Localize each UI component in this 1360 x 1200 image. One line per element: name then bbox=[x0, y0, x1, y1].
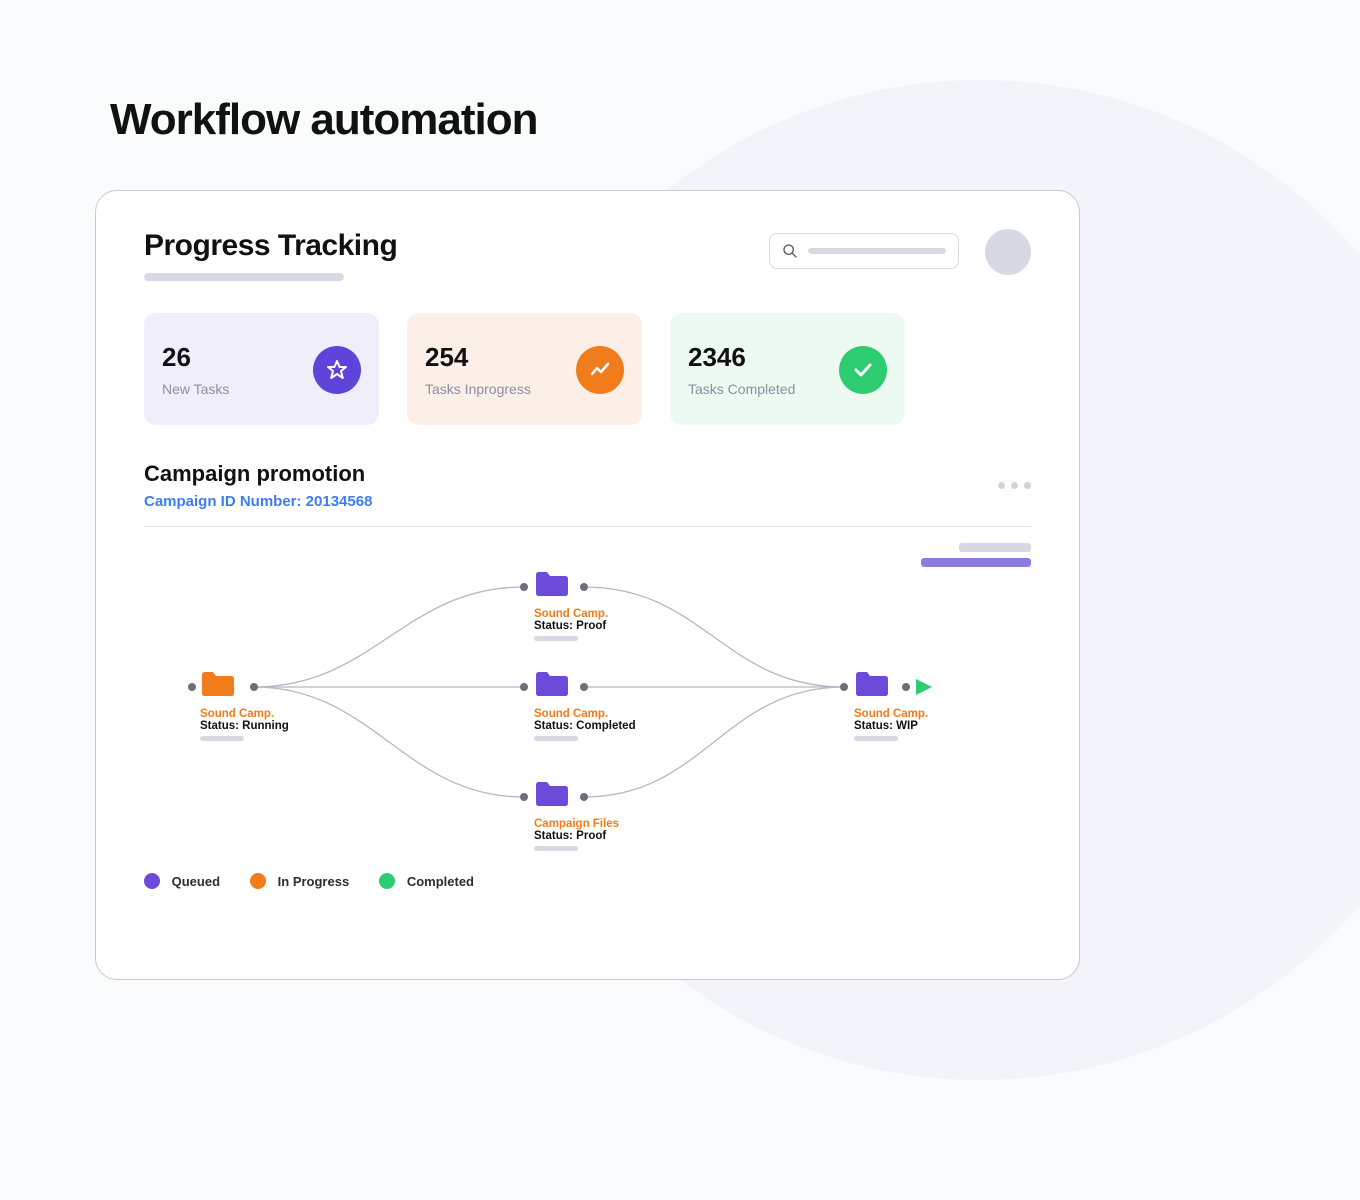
legend-dot-icon bbox=[250, 873, 266, 889]
folder-icon bbox=[200, 669, 236, 699]
node-bar bbox=[854, 736, 898, 741]
star-icon bbox=[313, 346, 361, 394]
node-title: Sound Camp. bbox=[854, 708, 928, 720]
card-count: 2346 bbox=[688, 342, 795, 373]
campaign-header: Campaign promotion Campaign ID Number: 2… bbox=[144, 461, 1031, 510]
card-new-tasks[interactable]: 26 New Tasks bbox=[144, 313, 379, 425]
campaign-title: Campaign promotion bbox=[144, 461, 372, 487]
check-icon bbox=[839, 346, 887, 394]
search-input[interactable] bbox=[769, 233, 959, 269]
workflow-node-end[interactable]: Sound Camp. Status: WIP bbox=[854, 669, 928, 741]
node-status: Status: Proof bbox=[534, 830, 619, 842]
panel-title: Progress Tracking bbox=[144, 229, 769, 263]
panel-title-underline bbox=[144, 273, 344, 281]
node-title: Sound Camp. bbox=[200, 708, 289, 720]
search-placeholder-bar bbox=[808, 248, 946, 254]
panel: Progress Tracking 26 New Tasks 254 bbox=[95, 190, 1080, 980]
card-count: 254 bbox=[425, 342, 531, 373]
legend-label: In Progress bbox=[278, 874, 350, 889]
node-title: Sound Camp. bbox=[534, 608, 608, 620]
legend-label: Queued bbox=[172, 874, 220, 889]
stat-cards: 26 New Tasks 254 Tasks Inprogress 2346 T… bbox=[144, 313, 1031, 425]
workflow-node-top[interactable]: Sound Camp. Status: Proof bbox=[534, 569, 608, 641]
workflow-node-bottom[interactable]: Campaign Files Status: Proof bbox=[534, 779, 619, 851]
card-label: Tasks Inprogress bbox=[425, 381, 531, 399]
node-status: Status: Completed bbox=[534, 720, 636, 732]
workflow-diagram: Sound Camp. Status: Running Sound Camp. … bbox=[144, 537, 1031, 867]
node-status: Status: Running bbox=[200, 720, 289, 732]
legend-dot-icon bbox=[144, 873, 160, 889]
card-completed[interactable]: 2346 Tasks Completed bbox=[670, 313, 905, 425]
search-icon bbox=[782, 243, 798, 259]
dot-icon bbox=[1011, 482, 1018, 489]
node-bar bbox=[534, 636, 578, 641]
node-status: Status: Proof bbox=[534, 620, 608, 632]
page-title: Workflow automation bbox=[110, 95, 538, 145]
panel-header: Progress Tracking bbox=[144, 229, 1031, 281]
folder-icon bbox=[534, 569, 570, 599]
dot-icon bbox=[1024, 482, 1031, 489]
folder-icon bbox=[854, 669, 890, 699]
dot-icon bbox=[998, 482, 1005, 489]
legend-label: Completed bbox=[407, 874, 474, 889]
card-label: Tasks Completed bbox=[688, 381, 795, 399]
folder-icon bbox=[534, 779, 570, 809]
more-menu[interactable] bbox=[998, 482, 1031, 489]
node-bar bbox=[534, 736, 578, 741]
campaign-id: Campaign ID Number: 20134568 bbox=[144, 493, 372, 510]
legend: Queued In Progress Completed bbox=[144, 873, 1031, 889]
divider bbox=[144, 526, 1031, 527]
node-title: Sound Camp. bbox=[534, 708, 636, 720]
card-in-progress[interactable]: 254 Tasks Inprogress bbox=[407, 313, 642, 425]
legend-item-queued: Queued bbox=[144, 873, 220, 889]
workflow-node-mid[interactable]: Sound Camp. Status: Completed bbox=[534, 669, 636, 741]
folder-icon bbox=[534, 669, 570, 699]
node-status: Status: WIP bbox=[854, 720, 928, 732]
card-count: 26 bbox=[162, 342, 229, 373]
legend-item-in-progress: In Progress bbox=[250, 873, 349, 889]
node-bar bbox=[534, 846, 578, 851]
legend-dot-icon bbox=[379, 873, 395, 889]
legend-item-completed: Completed bbox=[379, 873, 474, 889]
avatar[interactable] bbox=[985, 229, 1031, 275]
workflow-node-start[interactable]: Sound Camp. Status: Running bbox=[200, 669, 289, 741]
trend-icon bbox=[576, 346, 624, 394]
card-label: New Tasks bbox=[162, 381, 229, 399]
node-title: Campaign Files bbox=[534, 818, 619, 830]
node-bar bbox=[200, 736, 244, 741]
